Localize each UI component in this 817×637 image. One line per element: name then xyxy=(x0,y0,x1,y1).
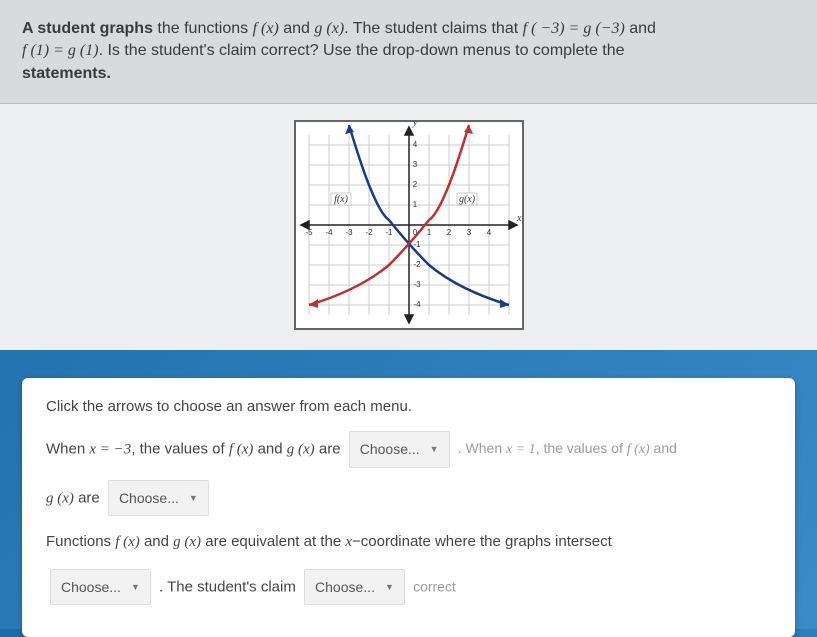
svg-text:g(x): g(x) xyxy=(458,194,475,205)
svg-text:2: 2 xyxy=(446,228,451,237)
dropdown-label: Choose... xyxy=(119,485,179,512)
graph-box: -5-4-3 -2-10 123 4 432 1-1-2 -3-4 xyxy=(294,120,524,330)
svg-text:-5: -5 xyxy=(305,228,313,237)
answer-line-2: g (x) are Choose... ▼ xyxy=(46,480,771,517)
q-bold-stmts: statements. xyxy=(22,65,111,82)
q-bold-lead: A student graphs xyxy=(22,20,153,37)
svg-text:-1: -1 xyxy=(413,240,421,249)
svg-text:-3: -3 xyxy=(345,228,353,237)
dropdown-claim-correct[interactable]: Choose... ▼ xyxy=(304,569,405,606)
dropdown-values-at-neg3[interactable]: Choose... ▼ xyxy=(349,431,450,468)
answer-line-4: Choose... ▼ . The student's claim Choose… xyxy=(46,569,771,606)
caret-down-icon: ▼ xyxy=(189,490,198,507)
svg-text:x: x xyxy=(516,213,522,224)
dropdown-values-at-1[interactable]: Choose... ▼ xyxy=(108,480,209,517)
svg-text:y: y xyxy=(412,122,418,128)
instruction-text: Click the arrows to choose an answer fro… xyxy=(46,398,771,415)
svg-text:3: 3 xyxy=(412,160,417,169)
caret-down-icon: ▼ xyxy=(430,441,439,458)
svg-text:3: 3 xyxy=(466,228,471,237)
dropdown-label: Choose... xyxy=(61,574,121,601)
svg-text:-1: -1 xyxy=(385,228,393,237)
svg-text:4: 4 xyxy=(412,140,417,149)
svg-text:-4: -4 xyxy=(413,300,421,309)
question-text: A student graphs the functions f (x) and… xyxy=(22,18,795,85)
caret-down-icon: ▼ xyxy=(385,579,394,596)
svg-text:f(x): f(x) xyxy=(334,194,349,205)
svg-text:-3: -3 xyxy=(413,280,421,289)
trail-text-1: . When x = 1, the values of f (x) and xyxy=(458,440,677,456)
answer-line-3: Functions f (x) and g (x) are equivalent… xyxy=(46,528,771,557)
dropdown-intersect-x[interactable]: Choose... ▼ xyxy=(50,569,151,606)
answer-line-1: When x = −3, the values of f (x) and g (… xyxy=(46,431,771,468)
svg-text:1: 1 xyxy=(426,228,431,237)
dropdown-label: Choose... xyxy=(360,436,420,463)
svg-text:-2: -2 xyxy=(413,260,421,269)
dropdown-label: Choose... xyxy=(315,574,375,601)
answer-panel: Click the arrows to choose an answer fro… xyxy=(22,378,795,637)
question-panel: A student graphs the functions f (x) and… xyxy=(0,0,817,104)
graph-svg: -5-4-3 -2-10 123 4 432 1-1-2 -3-4 xyxy=(296,122,522,328)
caret-down-icon: ▼ xyxy=(131,579,140,596)
graph-panel: -5-4-3 -2-10 123 4 432 1-1-2 -3-4 xyxy=(0,104,817,350)
svg-text:-2: -2 xyxy=(365,228,373,237)
svg-text:2: 2 xyxy=(412,180,417,189)
svg-text:-4: -4 xyxy=(325,228,333,237)
svg-text:4: 4 xyxy=(486,228,491,237)
trail-text-4: correct xyxy=(413,578,456,594)
svg-text:1: 1 xyxy=(412,200,417,209)
